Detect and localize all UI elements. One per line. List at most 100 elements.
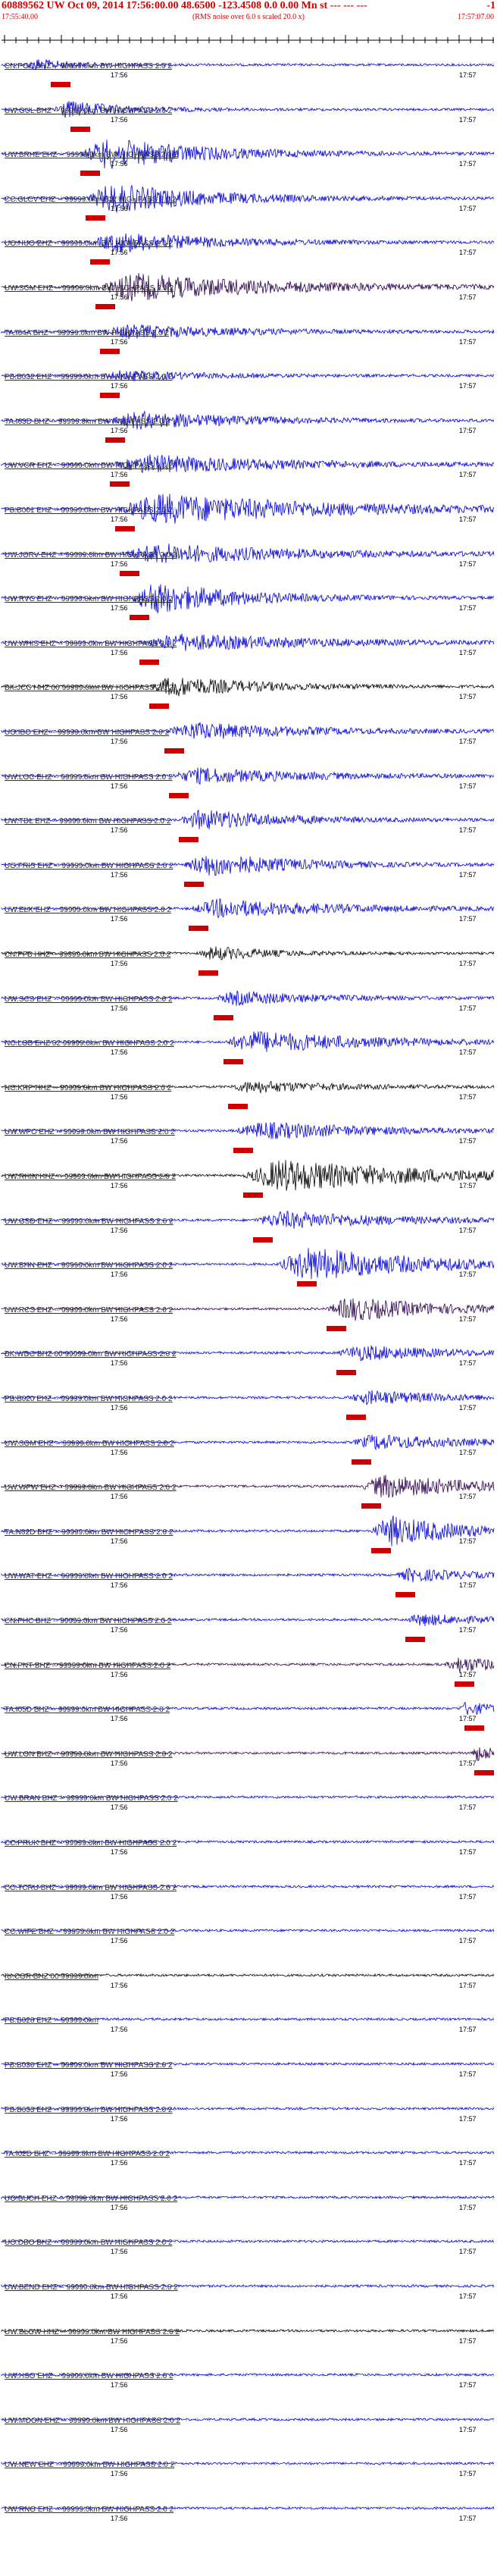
seismogram-trace: BK.WDC BHZ 00 99999.0km BW HIGHPASS 2.0 … [0, 1335, 497, 1376]
trace-time-left: 17:56 [111, 870, 128, 879]
trace-time-left: 17:56 [111, 1448, 128, 1456]
trace-time-right: 17:57 [459, 738, 477, 745]
trace-time-left: 17:56 [111, 782, 128, 790]
trace-label: UW.RVC EHZ -- 99999.0km BW HIGHPASS 2.0 … [5, 595, 173, 604]
seismogram-trace: UW.ELK EHZ -- 99999.0km BW HIGHPASS 2.0 … [0, 891, 497, 932]
trace-time-right: 17:57 [459, 826, 477, 835]
trace-time-left: 17:56 [111, 293, 128, 301]
trace-label: UW.BLOW HHZ -- 99999.0km BW HIGHPASS 2.0… [5, 2327, 180, 2336]
trace-label: UO.BUCH EHZ -- 99999.0km BW HIGHPASS 2.0… [5, 2194, 178, 2203]
trace-time-right: 17:57 [459, 1404, 477, 1412]
trace-label: TA.N02D BHZ -- 99999.0km BW HIGHPASS 2.0… [5, 1528, 173, 1537]
seismogram-trace: NC.LGB EHZ 02 99999.0km BW HIGHPASS 2.0 … [0, 1024, 497, 1065]
trace-time-left: 17:56 [111, 1315, 128, 1323]
phase-pick-marker [297, 1281, 317, 1287]
trace-time-left: 17:56 [111, 337, 128, 346]
seismogram-trace: UW.BEND EHZ -- 99999.0km BW HIGHPASS 2.0… [0, 2268, 497, 2304]
trace-time-left: 17:56 [111, 1493, 128, 1501]
trace-label: UW.RCS EHZ -- 99999.0km BW HIGHPASS 2.0 … [5, 1305, 173, 1315]
trace-time-left: 17:56 [111, 2070, 128, 2078]
seismogram-trace: CN.PFB HHZ -- 99999.0km BW HIGHPASS 2.0 … [0, 935, 497, 976]
trace-time-right: 17:57 [459, 1759, 477, 1767]
trace-time-left: 17:56 [111, 426, 128, 434]
seismogram-trace: UW.BRHE EHZ -- 99999.0km BW HIGHPASS 2.0… [0, 136, 497, 177]
trace-time-left: 17:56 [111, 1048, 128, 1057]
seismogram-trace: UW.RCS EHZ -- 99999.0km BW HIGHPASS 2.0 … [0, 1291, 497, 1331]
trace-time-right: 17:57 [459, 115, 477, 124]
seismogram-trace: UO.HUO EHZ -- 99999.0km BW HIGHPASS 2.0 … [0, 224, 497, 265]
trace-time-left: 17:56 [111, 1004, 128, 1012]
trace-time-right: 17:57 [459, 2515, 477, 2522]
trace-time-left: 17:56 [111, 471, 128, 479]
trace-time-left: 17:56 [111, 115, 128, 124]
trace-label: UW.BHN EHZ -- 99999.0km BW HIGHPASS 2.0 … [5, 1261, 173, 1271]
trace-time-left: 17:56 [111, 71, 128, 79]
trace-label: NC.LGB EHZ 02 99999.0km BW HIGHPASS 2.0 … [5, 1039, 174, 1048]
phase-pick-marker [228, 1103, 248, 1109]
trace-time-left: 17:56 [111, 1937, 128, 1945]
trace-time-right: 17:57 [459, 426, 477, 434]
seismogram-trace: PB.B033 EHZ -- 99999.0km BW HIGHPASS 2.0… [0, 2091, 497, 2126]
phase-pick-marker [169, 792, 189, 798]
trace-time-right: 17:57 [459, 2203, 477, 2211]
trace-time-left: 17:56 [111, 1271, 128, 1279]
trace-time-right: 17:57 [459, 2336, 477, 2345]
trace-label: CN.PFB HHZ -- 99999.0km BW HIGHPASS 2.0 … [5, 951, 171, 959]
seismogram-trace: CC.PRUK BHZ -- 99999.0km BW HIGHPASS 2.0… [0, 1824, 497, 1860]
end-time: 17:57:07.00 [457, 13, 494, 21]
trace-label: CC.GLCV EHZ -- 99999.0km BW HIGHPASS 2.0… [5, 195, 177, 204]
trace-time-left: 17:56 [111, 960, 128, 967]
seismogram-trace: UW.WAT EHZ -- 99999.0km BW HIGHPASS 2.0 … [0, 1557, 497, 1598]
phase-pick-marker [80, 171, 100, 177]
trace-time-right: 17:57 [459, 1581, 477, 1590]
seismogram-trace: TA.I05D BHZ -- 99999.0km BW HIGHPASS 2.0… [0, 1691, 497, 1731]
trace-time-left: 17:56 [111, 1359, 128, 1368]
trace-time-right: 17:57 [459, 1448, 477, 1456]
trace-time-left: 17:56 [111, 1670, 128, 1678]
record-header: 60889562 UW Oct 09, 2014 17:56:00.00 48.… [0, 0, 497, 33]
phase-pick-marker [114, 526, 135, 531]
trace-label: UW.LON BHZ -- 99999.0km BW HIGHPASS 2.0 … [5, 1750, 173, 1759]
trace-time-right: 17:57 [459, 1537, 477, 1545]
seismogram-trace: UW.GUL BHZ -- 99999.0km BW HIGHPASS 2.0 … [0, 92, 497, 132]
phase-pick-marker [95, 304, 115, 309]
trace-time-right: 17:57 [459, 1315, 477, 1323]
trace-time-right: 17:57 [459, 204, 477, 212]
trace-time-right: 17:57 [459, 249, 477, 257]
trace-label: UW.BRAN BHZ -- 99999.0km BW HIGHPASS 2.0… [5, 1794, 178, 1804]
seismogram-trace: IU.COR BHZ 00 99999.0km 17:56 17:57 [0, 1957, 497, 1993]
trace-label: UW.RHIN HHZ -- 99999.0km BW HIGHPASS 2.0… [5, 1173, 176, 1181]
trace-time-left: 17:56 [111, 2336, 128, 2345]
trace-label: PB.B032 EHZ -- 99999.0km BW HIGHPASS 2.0… [5, 373, 173, 382]
trace-time-left: 17:56 [111, 604, 128, 613]
trace-label: PB.B033 EHZ -- 99999.0km BW HIGHPASS 2.0… [5, 2105, 173, 2114]
trace-time-right: 17:57 [459, 2026, 477, 2034]
trace-time-right: 17:57 [459, 1626, 477, 1634]
trace-label: UW.ELK EHZ -- 99999.0km BW HIGHPASS 2.0 … [5, 906, 171, 915]
seismogram-trace: UW.BRAN BHZ -- 99999.0km BW HIGHPASS 2.0… [0, 1779, 497, 1815]
trace-label: PB.B001 EHZ -- 99999.0km BW HIGHPASS 2.0… [5, 506, 173, 515]
trace-time-right: 17:57 [459, 516, 477, 523]
trace-time-left: 17:56 [111, 1715, 128, 1723]
seismogram-trace: UO.IBO EHZ -- 99999.0km BW HIGHPASS 2.0 … [0, 713, 497, 754]
trace-time-right: 17:57 [459, 870, 477, 879]
trace-time-right: 17:57 [459, 337, 477, 346]
trace-label: UW.WAT EHZ -- 99999.0km BW HIGHPASS 2.0 … [5, 1572, 173, 1581]
seismogram-trace: UW.BHN EHZ -- 99999.0km BW HIGHPASS 2.0 … [0, 1246, 497, 1287]
trace-time-right: 17:57 [459, 604, 477, 613]
trace-time-right: 17:57 [459, 2381, 477, 2390]
trace-time-right: 17:57 [459, 1004, 477, 1012]
trace-time-right: 17:57 [459, 1226, 477, 1234]
phase-pick-marker [405, 1637, 425, 1642]
phase-pick-marker [351, 1459, 371, 1465]
phase-pick-marker [139, 659, 159, 665]
phase-pick-marker [120, 570, 139, 576]
trace-label: UW.WPO EHZ -- 99999.0km BW HIGHPASS 2.0 … [5, 1128, 175, 1137]
seismogram-trace: PB.B032 EHZ -- 99999.0km BW HIGHPASS 2.0… [0, 358, 497, 399]
trace-time-left: 17:56 [111, 1537, 128, 1545]
trace-time-left: 17:56 [111, 2292, 128, 2300]
seismogram-trace: TA.I04A BHZ -- 99999.0km BW HIGHPASS 2.0… [0, 314, 497, 354]
phase-pick-marker [233, 1148, 253, 1154]
phase-pick-marker [189, 926, 208, 932]
seismogram-trace: PB.B020 EHZ -- 99999.0km BW HIGHPASS 2.0… [0, 1380, 497, 1420]
